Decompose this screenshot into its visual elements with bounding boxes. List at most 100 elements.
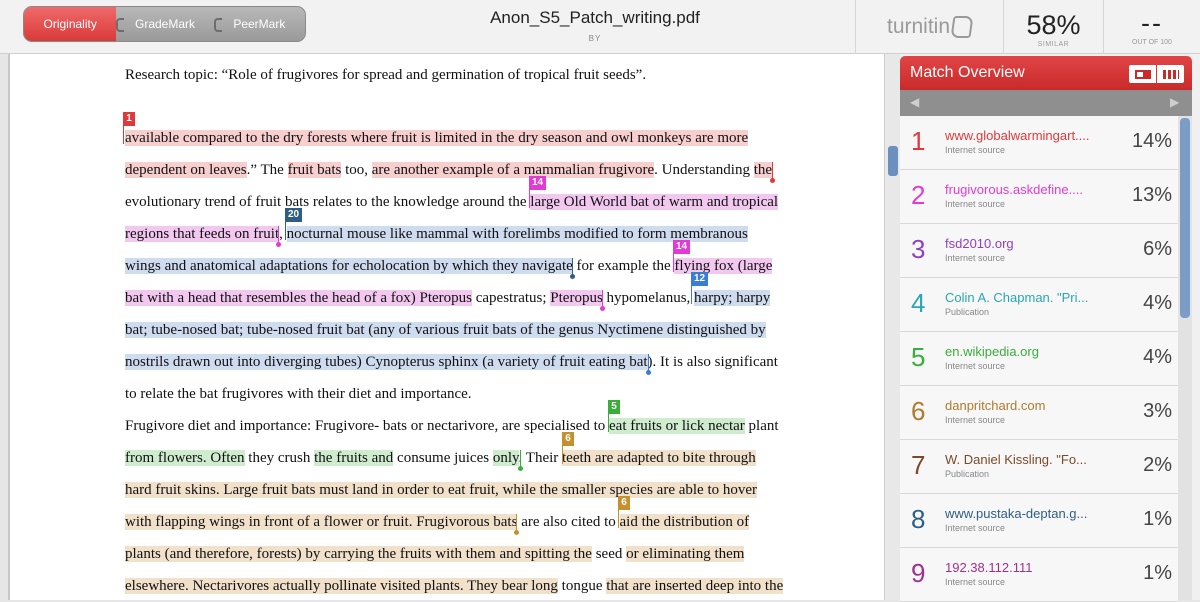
panel-header: Match Overview	[900, 56, 1192, 90]
match-source[interactable]: 192.38.112.111	[945, 560, 1105, 575]
document-text: Research topic: “Role of frugivores for …	[125, 67, 647, 83]
highlighted-text[interactable]: wings and anatomical adaptations for ech…	[125, 258, 573, 274]
match-source-type: Internet source	[945, 415, 1006, 425]
highlighted-text[interactable]: elsewhere. Nectarivores actually pollina…	[125, 578, 558, 594]
match-marker[interactable]: 14	[529, 176, 547, 190]
highlighted-text[interactable]: teeth are adapted to bite through	[562, 450, 756, 466]
highlighted-text[interactable]: plants (and therefore, forests) by carry…	[125, 546, 592, 562]
document-text: tongue	[557, 578, 607, 594]
match-percentage: 2%	[1143, 454, 1172, 476]
match-source[interactable]: en.wikipedia.org	[945, 344, 1105, 359]
marker-end-dot	[600, 306, 605, 311]
highlighted-text[interactable]: bat; tube-nosed bat; tube-nosed fruit ba…	[125, 322, 766, 338]
highlighted-text[interactable]: dependent on leaves	[125, 162, 247, 178]
highlighted-text[interactable]: only	[492, 450, 519, 466]
brand-name: turnitin	[886, 15, 951, 38]
peermark-tab[interactable]: PeerMark	[213, 7, 305, 41]
match-item[interactable]: 2 frugivorous.askdefine.... Internet sourc…	[900, 170, 1178, 224]
grade-score[interactable]: -- OUT OF 100	[1103, 0, 1200, 54]
match-source[interactable]: frugivorous.askdefine....	[945, 182, 1105, 197]
highlighted-text[interactable]: harpy; harpy	[694, 290, 771, 306]
document-text: seed	[591, 546, 627, 562]
match-item[interactable]: 1 www.globalwarmingart.... Internet source…	[900, 116, 1178, 170]
match-item[interactable]: 8 www.pustaka-deptan.g... Internet source 1…	[900, 494, 1178, 548]
match-item[interactable]: 5 en.wikipedia.org Internet source 4%	[900, 332, 1178, 386]
match-source[interactable]: www.pustaka-deptan.g...	[945, 506, 1105, 521]
grademark-tab[interactable]: GradeMark	[116, 7, 213, 41]
highlighted-text[interactable]: regions that feeds on fruit	[125, 226, 280, 242]
marker-start-line	[608, 414, 609, 432]
marker-start-line	[123, 126, 124, 144]
match-item[interactable]: 6 danpritchard.com Internet source 3%	[900, 386, 1178, 440]
match-marker[interactable]: 12	[691, 272, 709, 286]
highlighted-text[interactable]: that are inserted deep into the	[606, 578, 784, 594]
marker-end-dot	[770, 178, 775, 183]
mode-switcher: Originality GradeMark PeerMark	[23, 6, 306, 42]
document-line: Research topic: “Role of frugivores for …	[125, 65, 646, 85]
match-source-type: Internet source	[945, 523, 1006, 533]
match-marker[interactable]: 5	[608, 400, 620, 414]
document-text: ). It is also significant	[647, 354, 778, 370]
highlighted-text[interactable]: aid the distribution of	[619, 514, 750, 530]
panel-scrollbar[interactable]	[1178, 116, 1192, 600]
match-source-type: Internet source	[945, 145, 1006, 155]
originality-tab[interactable]: Originality	[24, 7, 117, 41]
highlighted-text[interactable]: hard fruit skins. Large fruit bats must …	[125, 482, 758, 498]
match-source[interactable]: W. Daniel Kissling. "Fo...	[945, 452, 1105, 467]
highlighted-text[interactable]: available compared to the dry forests wh…	[125, 130, 749, 146]
view-toggle	[1129, 65, 1184, 83]
document-line: Frugivore diet and importance: Frugivore…	[125, 416, 779, 436]
marker-start-line	[529, 190, 530, 208]
document-scrollbar[interactable]	[884, 54, 900, 600]
match-marker[interactable]: 6	[562, 432, 574, 446]
document-line: regions that feeds on fruit, nocturnal m…	[125, 224, 748, 244]
marker-end-dot	[514, 530, 519, 535]
highlighted-text[interactable]: nostrils drawn out into diverging tubes)…	[125, 354, 648, 370]
marker-start-line	[562, 446, 563, 464]
match-item[interactable]: 4 Colin A. Chapman. "Pri... Publication 4%	[900, 278, 1178, 332]
similarity-score[interactable]: 58% SIMILAR	[1003, 0, 1103, 54]
highlighted-text[interactable]: the fruits and	[314, 450, 394, 466]
match-number: 3	[911, 234, 926, 264]
marker-start-line	[618, 510, 619, 528]
marker-start-line	[691, 286, 692, 304]
document-text: too,	[341, 162, 372, 178]
document-line: hard fruit skins. Large fruit bats must …	[125, 480, 758, 500]
panel-scroll-thumb[interactable]	[1180, 118, 1190, 318]
document-line: with flapping wings in front of a flower…	[125, 512, 750, 532]
match-source[interactable]: fsd2010.org	[945, 236, 1105, 251]
highlighted-text[interactable]: bat with a head that resembles the head …	[125, 290, 472, 306]
match-marker[interactable]: 1	[123, 112, 135, 126]
match-source[interactable]: danpritchard.com	[945, 398, 1105, 413]
match-marker[interactable]: 14	[673, 240, 691, 254]
highlighted-text[interactable]: or eliminating them	[626, 546, 745, 562]
match-item[interactable]: 9 192.38.112.111 Internet source 1%	[900, 548, 1178, 602]
highlighted-text[interactable]: fruit bats	[287, 162, 342, 178]
document-scroll-thumb[interactable]	[888, 146, 898, 176]
match-marker[interactable]: 20	[285, 208, 303, 222]
match-list: 1 www.globalwarmingart.... Internet source…	[900, 116, 1178, 602]
highlighted-text[interactable]: the	[753, 162, 773, 178]
match-source[interactable]: Colin A. Chapman. "Pri...	[945, 290, 1105, 305]
match-item[interactable]: 3 fsd2010.org Internet source 6%	[900, 224, 1178, 278]
match-source[interactable]: www.globalwarmingart....	[945, 128, 1105, 143]
highlighted-text[interactable]: from flowers. Often	[125, 450, 245, 466]
overview-view-button[interactable]	[1129, 65, 1157, 83]
highlighted-text[interactable]: with flapping wings in front of a flower…	[125, 514, 518, 530]
document-text: are also cited to	[517, 514, 620, 530]
highlighted-text[interactable]: are another example of a mammalian frugi…	[371, 162, 655, 178]
next-arrow-icon[interactable]: ▶	[1170, 95, 1179, 109]
match-percentage: 13%	[1131, 184, 1172, 206]
highlighted-text[interactable]: Pteropus	[550, 290, 603, 306]
marker-end-dot	[646, 370, 651, 375]
previous-arrow-icon[interactable]: ◀	[910, 95, 919, 109]
match-marker[interactable]: 6	[618, 496, 630, 510]
match-item[interactable]: 7 W. Daniel Kissling. "Fo... Publication 2%	[900, 440, 1178, 494]
highlighted-text[interactable]: flying fox (large	[674, 258, 773, 274]
match-percentage: 1%	[1143, 508, 1172, 530]
match-number: 9	[911, 558, 926, 588]
highlighted-text[interactable]: eat fruits or lick nectar	[609, 418, 745, 434]
highlighted-text[interactable]: large Old World bat of warm and tropical	[530, 194, 779, 210]
panel-title: Match Overview	[910, 64, 1025, 81]
breakdown-view-button[interactable]	[1157, 65, 1184, 83]
